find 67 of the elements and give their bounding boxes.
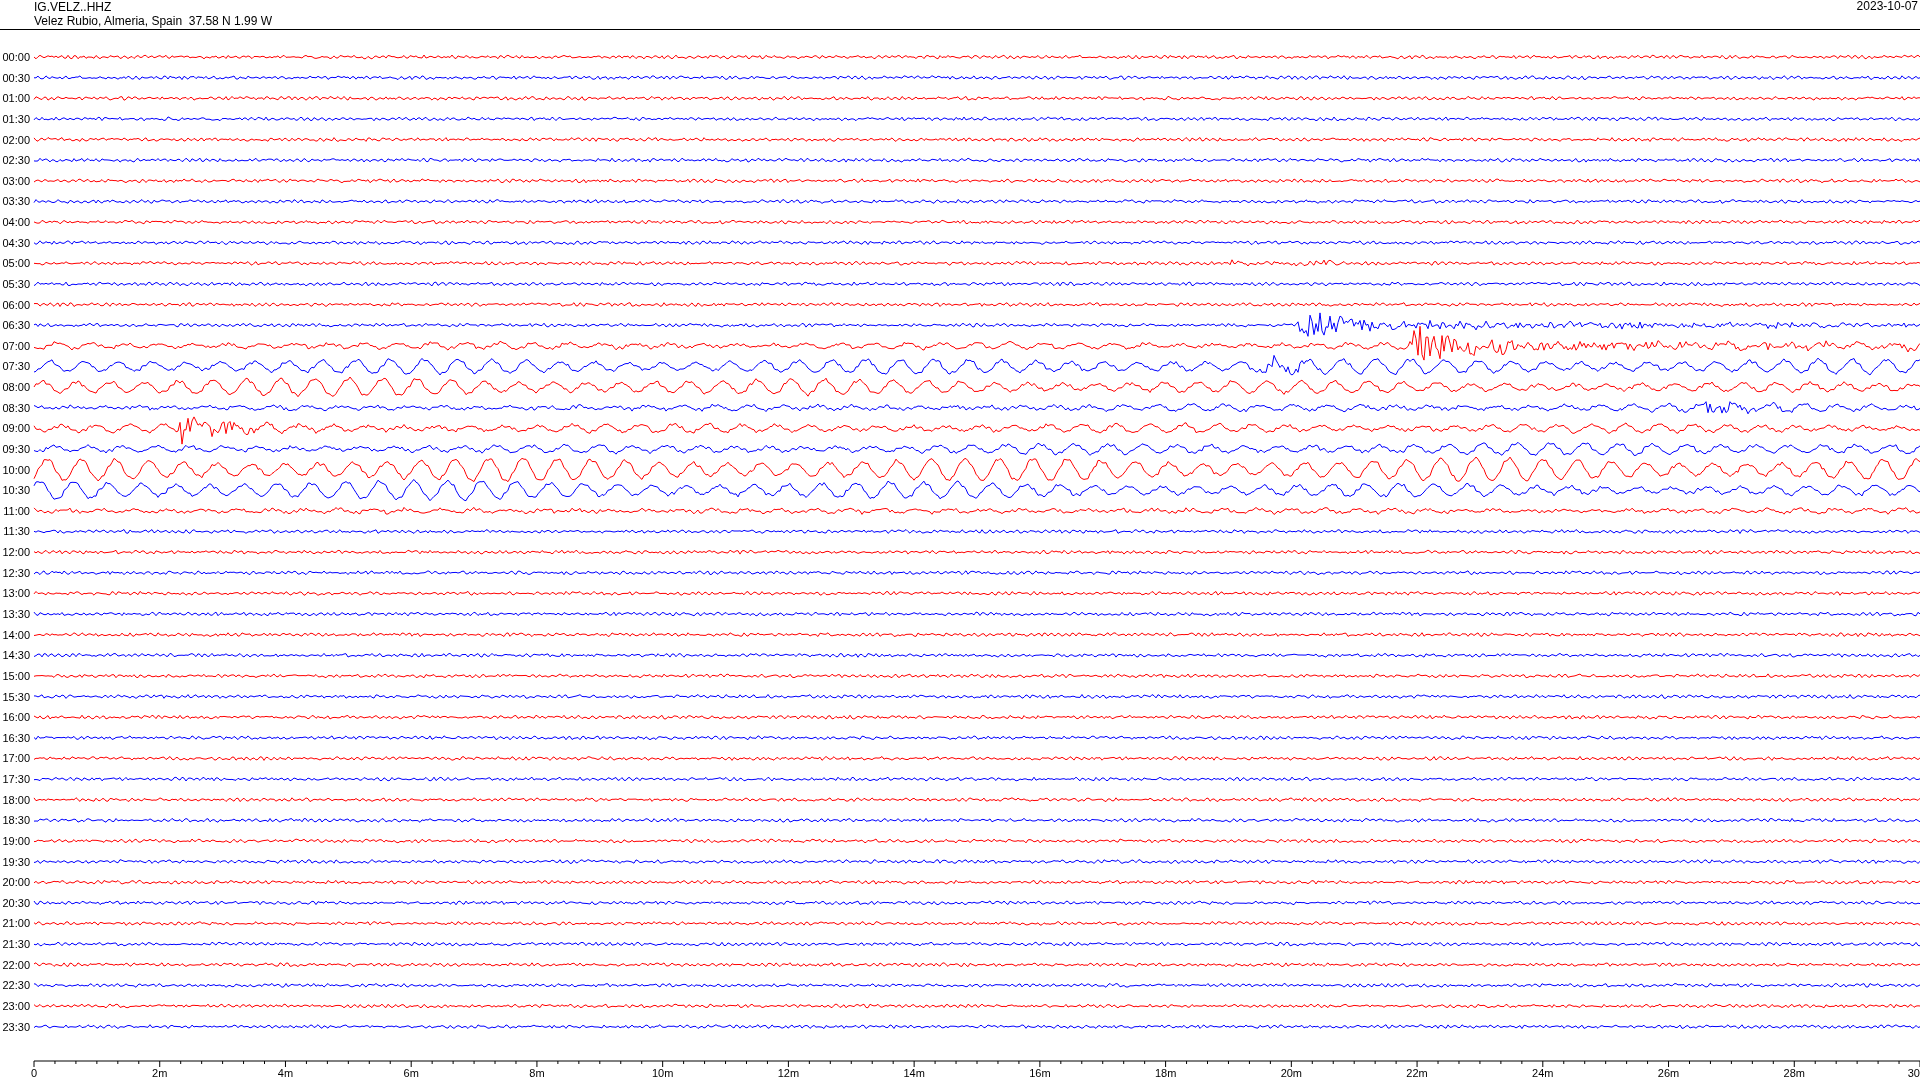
- axis-label: 0: [31, 1067, 38, 1079]
- time-label: 12:00: [2, 546, 30, 559]
- time-label: 16:30: [2, 731, 30, 744]
- time-label: 05:30: [2, 277, 30, 290]
- station-code: IG.VELZ..HHZ: [34, 0, 113, 14]
- time-label: 23:00: [2, 1000, 30, 1012]
- record-date: 2023-10-07: [1856, 0, 1918, 12]
- time-label: 12:30: [2, 566, 30, 579]
- time-label: 00:30: [2, 71, 30, 84]
- time-label: 02:30: [2, 154, 30, 167]
- time-label: 17:30: [2, 773, 30, 786]
- station-location: Velez Rubio, Almeria, Spain 37.58 N 1.99 W: [34, 14, 273, 28]
- time-label: 20:00: [2, 876, 30, 889]
- time-label: 18:30: [2, 814, 30, 827]
- time-label: 03:00: [2, 174, 30, 187]
- axis-label: 2m: [152, 1067, 168, 1079]
- time-label: 08:30: [2, 401, 30, 414]
- time-label: 23:30: [2, 1020, 30, 1033]
- time-label: 21:30: [2, 938, 30, 951]
- axis-label: 20m: [1280, 1067, 1303, 1079]
- time-label: 21:00: [2, 917, 30, 930]
- time-label: 11:00: [3, 504, 30, 517]
- time-label: 13:00: [2, 587, 30, 600]
- axis-label: 30: [1907, 1067, 1920, 1079]
- time-label: 07:00: [2, 339, 30, 352]
- axis-label: 4m: [277, 1067, 294, 1079]
- time-label: 14:30: [2, 649, 30, 662]
- time-label: 03:30: [2, 195, 30, 208]
- time-label: 04:30: [2, 236, 30, 249]
- time-label: 22:30: [2, 979, 30, 992]
- time-label: 08:00: [2, 381, 30, 394]
- axis-label: 8m: [529, 1067, 545, 1079]
- time-label: 13:30: [2, 608, 30, 620]
- time-label: 19:00: [2, 834, 30, 847]
- time-label: 01:00: [2, 92, 30, 105]
- axis-label: 12m: [777, 1067, 800, 1079]
- time-label: 09:30: [2, 442, 30, 455]
- time-label: 14:00: [2, 628, 30, 641]
- time-label: 11:30: [3, 525, 30, 538]
- time-label: 00:00: [2, 51, 30, 63]
- axis-label: 14m: [903, 1067, 925, 1079]
- axis-label: 6m: [403, 1067, 419, 1079]
- axis-label: 24m: [1532, 1067, 1554, 1079]
- time-label: 22:00: [2, 958, 30, 971]
- time-label: 18:00: [2, 793, 30, 806]
- time-label: 06:00: [2, 298, 30, 311]
- axis-label: 16m: [1029, 1067, 1051, 1079]
- axis-label: 28m: [1783, 1067, 1805, 1079]
- time-label: 15:30: [2, 690, 30, 703]
- time-label: 15:00: [2, 669, 30, 682]
- time-label: 17:00: [2, 752, 30, 765]
- time-label: 10:00: [2, 463, 30, 476]
- time-label: 16:00: [2, 711, 30, 724]
- time-label: 09:00: [2, 422, 30, 435]
- axis-label: 22m: [1406, 1067, 1428, 1079]
- time-label: 20:30: [2, 896, 30, 909]
- axis-label: 26m: [1657, 1067, 1680, 1079]
- time-label: 01:30: [2, 112, 30, 125]
- time-label: 02:00: [2, 133, 30, 146]
- axis-label: 18m: [1154, 1067, 1177, 1079]
- time-label: 10:30: [2, 484, 30, 497]
- axis-label: 10m: [651, 1067, 674, 1079]
- time-label: 04:00: [2, 216, 30, 229]
- time-label: 06:30: [2, 319, 30, 332]
- time-label: 19:30: [2, 855, 30, 868]
- time-label: 07:30: [2, 360, 30, 373]
- time-label: 05:00: [2, 257, 30, 270]
